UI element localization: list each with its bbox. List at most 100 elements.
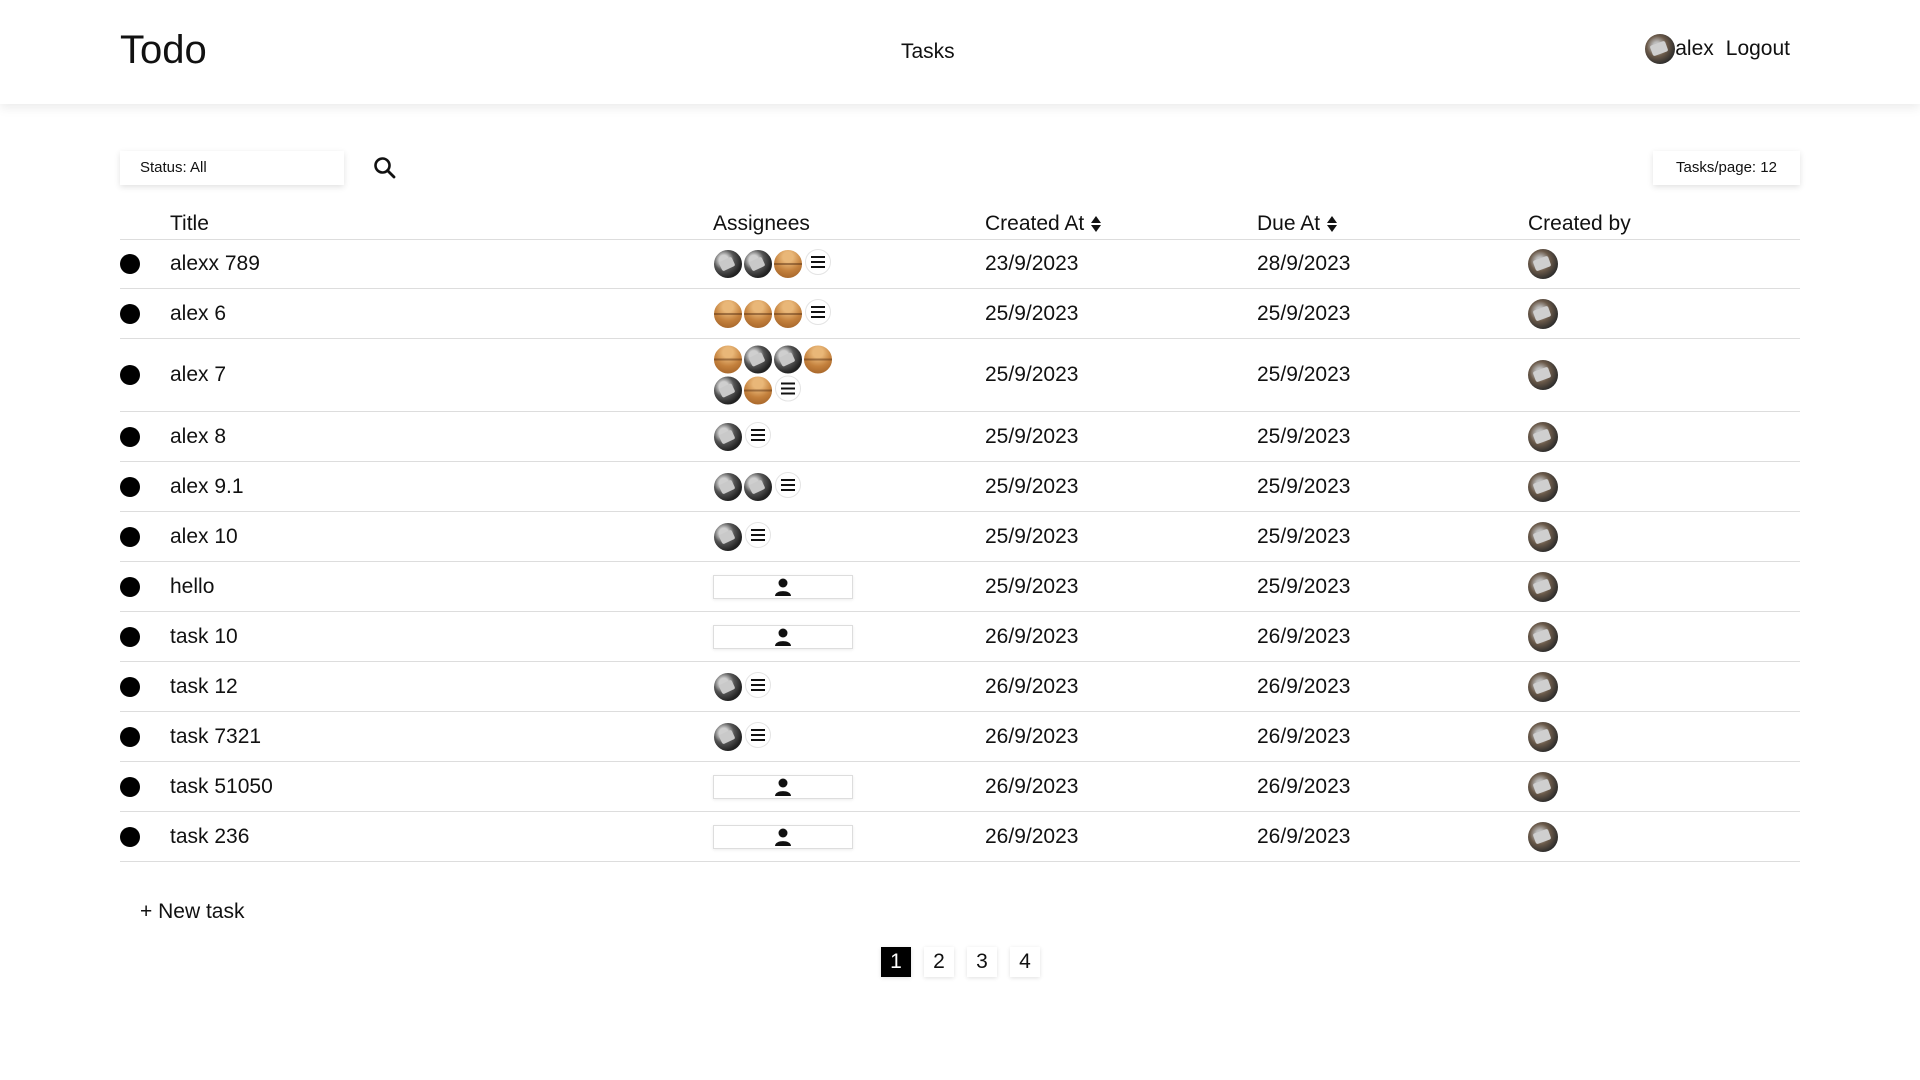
- task-title[interactable]: task 12: [170, 675, 238, 699]
- assignee-list: [713, 471, 843, 502]
- tasks-per-page-select[interactable]: Tasks/page: 12: [1653, 151, 1800, 185]
- task-title[interactable]: task 51050: [170, 775, 273, 799]
- status-dot[interactable]: [120, 576, 140, 597]
- assignee-avatar[interactable]: [743, 375, 773, 406]
- task-title[interactable]: alex 6: [170, 302, 226, 326]
- new-task-button[interactable]: + New task: [140, 900, 244, 924]
- status-dot[interactable]: [120, 826, 140, 847]
- table-row[interactable]: alex 9.1 25/9/2023 25/9/2023: [120, 462, 1800, 512]
- task-title[interactable]: task 10: [170, 625, 238, 649]
- user-name[interactable]: alex: [1675, 37, 1714, 61]
- status-dot[interactable]: [120, 476, 140, 497]
- assignee-avatar[interactable]: [713, 671, 743, 702]
- column-created-at: Created At: [985, 212, 1102, 236]
- table-row[interactable]: alex 7 25/9/2023 25/9/2023: [120, 339, 1800, 412]
- table-row[interactable]: alex 6 25/9/2023 25/9/2023: [120, 289, 1800, 339]
- status-dot[interactable]: [120, 626, 140, 647]
- creator-avatar[interactable]: [1528, 721, 1558, 752]
- page-button[interactable]: 1: [881, 947, 911, 977]
- column-title-label: Title: [170, 212, 209, 235]
- task-title[interactable]: alex 10: [170, 525, 238, 549]
- assignee-avatar[interactable]: [743, 298, 773, 329]
- table-row[interactable]: alex 8 25/9/2023 25/9/2023: [120, 412, 1800, 462]
- created-at: 26/9/2023: [985, 774, 1079, 798]
- assignee-avatar[interactable]: [713, 421, 743, 452]
- status-dot[interactable]: [120, 776, 140, 797]
- add-assignee-button[interactable]: [713, 574, 853, 599]
- status-dot[interactable]: [120, 676, 140, 697]
- page-button[interactable]: 3: [967, 947, 997, 977]
- user-avatar[interactable]: [1645, 34, 1676, 64]
- creator-avatar[interactable]: [1528, 671, 1558, 702]
- assignee-avatar[interactable]: [743, 249, 773, 279]
- creator-avatar[interactable]: [1528, 249, 1558, 279]
- task-title[interactable]: task 7321: [170, 725, 261, 749]
- assignee-avatar[interactable]: [713, 521, 743, 552]
- status-dot[interactable]: [120, 365, 140, 385]
- assignee-avatar[interactable]: [713, 298, 743, 329]
- page-button[interactable]: 2: [924, 947, 954, 977]
- creator-avatar[interactable]: [1528, 521, 1558, 552]
- table-row[interactable]: task 10 26/9/2023 26/9/2023: [120, 612, 1800, 662]
- assignees-menu-button[interactable]: [745, 421, 771, 448]
- task-title[interactable]: hello: [170, 575, 214, 599]
- search-button[interactable]: [372, 155, 398, 181]
- status-dot[interactable]: [120, 426, 140, 447]
- assignees-menu-button[interactable]: [745, 671, 771, 698]
- creator-avatar[interactable]: [1528, 471, 1558, 502]
- due-at: 25/9/2023: [1257, 524, 1351, 548]
- assignees-menu-button[interactable]: [805, 249, 831, 275]
- status-dot[interactable]: [120, 254, 140, 274]
- logout-button[interactable]: Logout: [1726, 37, 1790, 61]
- table-row[interactable]: task 7321 26/9/2023 26/9/2023: [120, 712, 1800, 762]
- assignee-avatar[interactable]: [713, 249, 743, 279]
- app-brand[interactable]: Todo: [120, 28, 207, 73]
- assignees-menu-button[interactable]: [745, 521, 771, 548]
- assignee-avatar[interactable]: [713, 721, 743, 752]
- task-title[interactable]: alexx 789: [170, 252, 260, 276]
- creator-avatar[interactable]: [1528, 771, 1558, 802]
- table-row[interactable]: task 236 26/9/2023 26/9/2023: [120, 812, 1800, 862]
- assignee-avatar[interactable]: [743, 471, 773, 502]
- table-row[interactable]: hello 25/9/2023 25/9/2023: [120, 562, 1800, 612]
- creator-avatar[interactable]: [1528, 421, 1558, 452]
- created-at: 25/9/2023: [985, 301, 1079, 325]
- assignee-avatar[interactable]: [713, 375, 743, 406]
- status-filter-select[interactable]: Status: All: [120, 151, 344, 185]
- task-title[interactable]: task 236: [170, 825, 249, 849]
- table-row[interactable]: task 12 26/9/2023 26/9/2023: [120, 662, 1800, 712]
- creator-avatar[interactable]: [1528, 621, 1558, 652]
- table-row[interactable]: task 51050 26/9/2023 26/9/2023: [120, 762, 1800, 812]
- page-button[interactable]: 4: [1010, 947, 1040, 977]
- due-at: 25/9/2023: [1257, 424, 1351, 448]
- sort-icon[interactable]: [1090, 215, 1102, 233]
- task-title[interactable]: alex 9.1: [170, 475, 244, 499]
- status-dot[interactable]: [120, 526, 140, 547]
- assignee-avatar[interactable]: [773, 298, 803, 329]
- nav-tasks-link[interactable]: Tasks: [901, 40, 955, 64]
- assignee-avatar[interactable]: [713, 471, 743, 502]
- table-row[interactable]: alex 10 25/9/2023 25/9/2023: [120, 512, 1800, 562]
- assignee-avatar[interactable]: [713, 344, 743, 375]
- assignee-avatar[interactable]: [773, 344, 803, 375]
- creator-avatar[interactable]: [1528, 360, 1558, 390]
- status-dot[interactable]: [120, 726, 140, 747]
- assignee-avatar[interactable]: [773, 249, 803, 279]
- sort-icon[interactable]: [1326, 215, 1338, 233]
- table-row[interactable]: alexx 789 23/9/2023 28/9/2023: [120, 240, 1800, 289]
- assignees-menu-button[interactable]: [745, 721, 771, 748]
- task-title[interactable]: alex 7: [170, 363, 226, 387]
- assignees-menu-button[interactable]: [775, 375, 801, 402]
- task-title[interactable]: alex 8: [170, 425, 226, 449]
- add-assignee-button[interactable]: [713, 774, 853, 799]
- creator-avatar[interactable]: [1528, 298, 1558, 329]
- add-assignee-button[interactable]: [713, 824, 853, 849]
- creator-avatar[interactable]: [1528, 571, 1558, 602]
- status-dot[interactable]: [120, 303, 140, 324]
- assignee-avatar[interactable]: [743, 344, 773, 375]
- assignees-menu-button[interactable]: [805, 298, 831, 325]
- assignees-menu-button[interactable]: [775, 471, 801, 498]
- assignee-avatar[interactable]: [803, 344, 833, 375]
- creator-avatar[interactable]: [1528, 821, 1558, 852]
- add-assignee-button[interactable]: [713, 624, 853, 649]
